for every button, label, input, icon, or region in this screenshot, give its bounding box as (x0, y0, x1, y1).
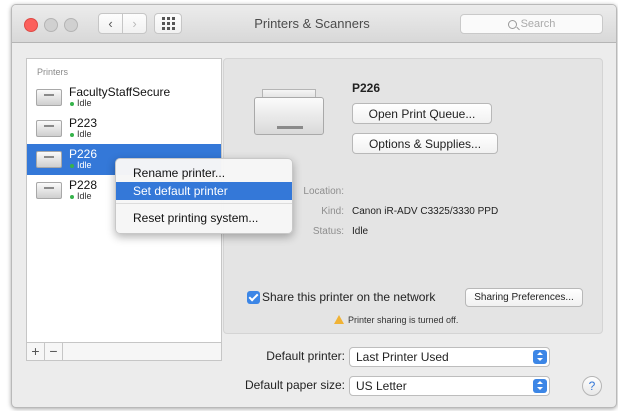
grid-icon (161, 17, 175, 30)
menu-item-rename-printer[interactable]: Rename printer... (116, 164, 292, 182)
printer-context-menu: Rename printer... Set default printer Re… (115, 158, 293, 234)
zoom-window-button[interactable] (64, 18, 78, 32)
status-dot-icon (70, 133, 74, 137)
printer-large-icon (254, 89, 324, 135)
title-bar: ‹ › Printers & Scanners Search (12, 5, 616, 43)
warning-icon (334, 315, 344, 324)
menu-item-reset-printing-system[interactable]: Reset printing system... (116, 209, 292, 227)
window-title: Printers & Scanners (254, 16, 370, 31)
printer-name: FacultyStaffSecure (69, 85, 171, 99)
minimize-window-button[interactable] (44, 18, 58, 32)
menu-separator (116, 203, 292, 204)
printer-title: P226 (352, 81, 381, 95)
updown-arrows-icon (533, 379, 547, 393)
forward-button[interactable]: › (122, 13, 147, 34)
updown-arrows-icon (533, 350, 547, 364)
remove-printer-button[interactable]: − (45, 343, 63, 360)
status-dot-icon (70, 195, 74, 199)
status-dot-icon (70, 164, 74, 168)
sharing-warning-text: Printer sharing is turned off. (348, 315, 459, 325)
open-print-queue-button[interactable]: Open Print Queue... (352, 103, 492, 124)
default-paper-size-select[interactable]: US Letter (349, 376, 550, 396)
default-paper-size-value: US Letter (356, 379, 407, 393)
options-supplies-button[interactable]: Options & Supplies... (352, 133, 498, 154)
printer-name: P226 (69, 147, 98, 161)
kind-value: Canon iR-ADV C3325/3330 PPD (352, 206, 499, 217)
printer-status: Idle (77, 160, 92, 170)
printer-row-facultystaffsecure[interactable]: FacultyStaffSecure Idle (27, 82, 221, 113)
default-printer-value: Last Printer Used (356, 350, 449, 364)
printer-icon (36, 182, 62, 199)
share-printer-checkbox[interactable] (247, 291, 260, 304)
printer-icon (36, 151, 62, 168)
printers-scanners-window: ‹ › Printers & Scanners Search Printers … (11, 4, 617, 408)
search-field[interactable]: Search (460, 14, 603, 34)
search-icon (507, 19, 517, 29)
status-value: Idle (352, 226, 369, 237)
default-paper-size-label: Default paper size: (244, 378, 345, 392)
chevron-right-icon: › (132, 16, 137, 31)
chevron-left-icon: ‹ (108, 16, 113, 31)
show-all-button[interactable] (154, 13, 182, 34)
printer-icon (36, 120, 62, 137)
default-printer-label: Default printer: (266, 349, 345, 363)
printer-list-toolbar: + − (26, 343, 222, 361)
back-button[interactable]: ‹ (98, 13, 123, 34)
printer-status: Idle (77, 98, 92, 108)
sharing-preferences-button[interactable]: Sharing Preferences... (465, 288, 583, 307)
help-button[interactable]: ? (582, 376, 602, 396)
status-dot-icon (70, 102, 74, 106)
search-placeholder: Search (520, 18, 556, 30)
printer-name: P228 (69, 178, 98, 192)
printer-status: Idle (77, 191, 92, 201)
menu-item-set-default-printer[interactable]: Set default printer (116, 182, 292, 200)
default-printer-select[interactable]: Last Printer Used (349, 347, 550, 367)
printer-status: Idle (77, 129, 92, 139)
printer-list-header: Printers (37, 67, 69, 77)
share-printer-label: Share this printer on the network (262, 290, 436, 304)
printer-name: P223 (69, 116, 98, 130)
close-window-button[interactable] (24, 18, 38, 32)
add-printer-button[interactable]: + (27, 343, 45, 360)
printer-row-p223[interactable]: P223 Idle (27, 113, 221, 144)
printer-icon (36, 89, 62, 106)
